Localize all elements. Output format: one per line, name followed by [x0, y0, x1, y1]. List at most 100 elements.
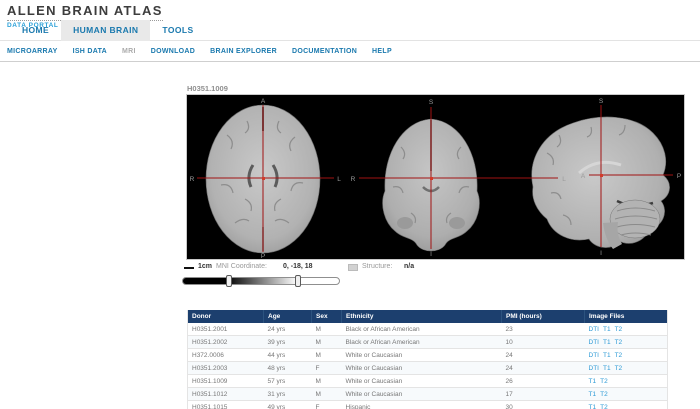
col-header-sex: Sex — [312, 310, 342, 323]
contrast-slider-min-handle[interactable] — [226, 275, 232, 287]
file-link[interactable]: DTI — [589, 339, 599, 346]
tab-tools[interactable]: TOOLS — [150, 20, 205, 41]
col-header-ethnicity: Ethnicity — [342, 310, 502, 323]
pmi-cell: 24 — [502, 362, 585, 375]
axial-view-clickzone[interactable] — [187, 95, 347, 259]
donor-cell: H0351.1012 — [188, 388, 264, 401]
coronal-view-clickzone[interactable] — [347, 95, 557, 259]
page: ALLEN BRAIN ATLAS DATA PORTAL HOME HUMAN… — [0, 0, 700, 409]
col-header-donor: Donor — [188, 310, 264, 323]
table-row: H0351.1015 49 yrs F Hispanic 30 T1T2 — [188, 401, 668, 409]
file-link[interactable]: T1 — [603, 339, 611, 346]
table-row: H0351.1009 57 yrs M White or Caucasian 2… — [188, 375, 668, 388]
file-link[interactable]: T2 — [615, 339, 623, 346]
tab-human-brain[interactable]: HUMAN BRAIN — [61, 20, 150, 41]
pmi-cell: 24 — [502, 349, 585, 362]
file-link[interactable]: T2 — [600, 378, 608, 385]
file-link[interactable]: T1 — [603, 365, 611, 372]
subnav-mri-current: MRI — [122, 48, 136, 55]
image-files-cell: DTI T1 T2 — [585, 349, 668, 362]
image-files-cell: DTI T1 T2 — [585, 362, 668, 375]
pmi-cell: 26 — [502, 375, 585, 388]
viewer-donor-label: H0351.1009 — [187, 84, 228, 93]
image-files-cell: T1T2 — [585, 401, 668, 409]
sex-cell: M — [312, 323, 342, 336]
sex-cell: M — [312, 375, 342, 388]
age-cell: 24 yrs — [264, 323, 312, 336]
file-link[interactable]: T2 — [600, 404, 608, 409]
age-cell: 48 yrs — [264, 362, 312, 375]
age-cell: 49 yrs — [264, 401, 312, 409]
site-title: ALLEN BRAIN ATLAS — [7, 3, 163, 21]
mri-viewer: A P R L S I R L S I A P — [186, 94, 685, 260]
donor-cell: H0351.1015 — [188, 401, 264, 409]
secondary-nav: MICROARRAY ISH DATA MRI DOWNLOAD BRAIN E… — [0, 42, 700, 62]
image-files-cell: DTI T1 T2 — [585, 323, 668, 336]
ethnicity-cell: Black or African American — [342, 336, 502, 349]
structure-color-swatch — [348, 264, 358, 271]
file-link[interactable]: T1 — [589, 404, 597, 409]
file-link[interactable]: DTI — [589, 352, 599, 359]
image-files-cell: T1T2 — [585, 388, 668, 401]
age-cell: 44 yrs — [264, 349, 312, 362]
structure-value: n/a — [404, 263, 414, 270]
image-files-cell: DTI T1 T2 — [585, 336, 668, 349]
subnav-brain-explorer[interactable]: BRAIN EXPLORER — [210, 48, 277, 55]
ethnicity-cell: White or Caucasian — [342, 362, 502, 375]
age-cell: 31 yrs — [264, 388, 312, 401]
subnav-microarray[interactable]: MICROARRAY — [7, 48, 58, 55]
sex-cell: M — [312, 336, 342, 349]
scale-label: 1cm — [198, 263, 212, 270]
subnav-documentation[interactable]: DOCUMENTATION — [292, 48, 357, 55]
donor-cell: H0351.2003 — [188, 362, 264, 375]
file-link[interactable]: T2 — [615, 352, 623, 359]
file-link[interactable]: T1 — [603, 352, 611, 359]
tab-home[interactable]: HOME — [10, 20, 61, 41]
structure-label: Structure: — [362, 263, 392, 270]
file-link[interactable]: T2 — [615, 326, 623, 333]
mni-coordinate-label: MNI Coordinate: — [216, 263, 267, 270]
file-link[interactable]: DTI — [589, 326, 599, 333]
pmi-cell: 23 — [502, 323, 585, 336]
scale-bar — [184, 267, 194, 269]
donor-cell: H372.0006 — [188, 349, 264, 362]
subnav-ish-data[interactable]: ISH DATA — [73, 48, 107, 55]
table-row: H0351.1012 31 yrs M White or Caucasian 1… — [188, 388, 668, 401]
subnav-download[interactable]: DOWNLOAD — [151, 48, 195, 55]
mni-coordinate-value: 0, -18, 18 — [283, 263, 313, 270]
file-link[interactable]: T2 — [600, 391, 608, 398]
file-link[interactable]: DTI — [589, 365, 599, 372]
contrast-slider-max-handle[interactable] — [295, 275, 301, 287]
sex-cell: F — [312, 362, 342, 375]
subnav-help[interactable]: HELP — [372, 48, 392, 55]
ethnicity-cell: White or Caucasian — [342, 388, 502, 401]
file-link[interactable]: T2 — [615, 365, 623, 372]
sex-cell: F — [312, 401, 342, 409]
file-link[interactable]: T1 — [589, 378, 597, 385]
ethnicity-cell: Hispanic — [342, 401, 502, 409]
table-row: H0351.2002 39 yrs M Black or African Ame… — [188, 336, 668, 349]
donor-table-header-row: Donor Age Sex Ethnicity PMI (hours) Imag… — [188, 310, 668, 323]
pmi-cell: 30 — [502, 401, 585, 409]
primary-nav: HOME HUMAN BRAIN TOOLS — [0, 20, 700, 41]
table-row: H0351.2001 24 yrs M Black or African Ame… — [188, 323, 668, 336]
donor-cell: H0351.1009 — [188, 375, 264, 388]
pmi-cell: 17 — [502, 388, 585, 401]
image-files-cell: T1T2 — [585, 375, 668, 388]
sex-cell: M — [312, 388, 342, 401]
sagittal-view-clickzone[interactable] — [557, 95, 684, 259]
col-header-image-files: Image Files — [585, 310, 668, 323]
table-row: H0351.2003 48 yrs F White or Caucasian 2… — [188, 362, 668, 375]
sex-cell: M — [312, 349, 342, 362]
col-header-pmi: PMI (hours) — [502, 310, 585, 323]
ethnicity-cell: White or Caucasian — [342, 349, 502, 362]
age-cell: 39 yrs — [264, 336, 312, 349]
file-link[interactable]: T1 — [603, 326, 611, 333]
donor-cell: H0351.2001 — [188, 323, 264, 336]
contrast-slider[interactable] — [182, 277, 340, 285]
ethnicity-cell: Black or African American — [342, 323, 502, 336]
col-header-age: Age — [264, 310, 312, 323]
ethnicity-cell: White or Caucasian — [342, 375, 502, 388]
file-link[interactable]: T1 — [589, 391, 597, 398]
age-cell: 57 yrs — [264, 375, 312, 388]
